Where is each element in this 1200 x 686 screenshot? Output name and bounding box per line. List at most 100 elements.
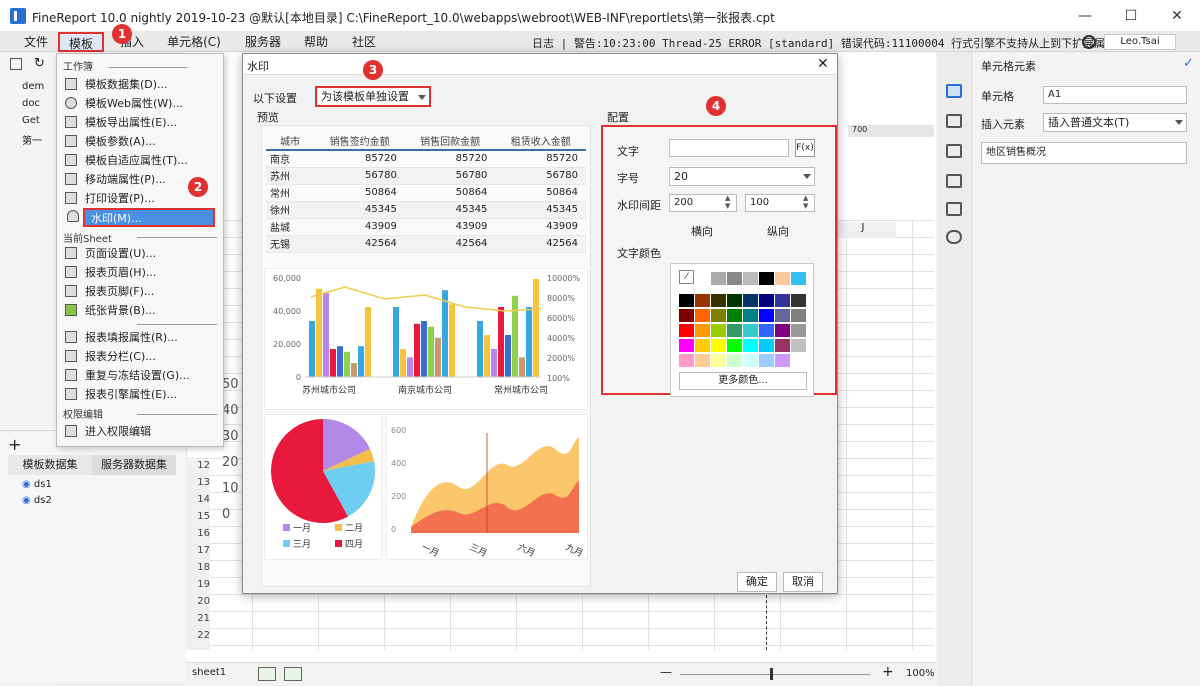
zoom-out-button[interactable]: — <box>660 665 672 679</box>
add-icon[interactable]: + <box>8 435 21 454</box>
row-number[interactable]: 20 <box>186 596 210 607</box>
maximize-button[interactable]: ☐ <box>1108 0 1154 32</box>
apply-scope-select[interactable]: 为该模板单独设置 <box>315 86 431 107</box>
menu-item-engine[interactable]: 报表引擎属性(E)... <box>65 386 217 403</box>
color-swatch[interactable] <box>759 354 774 367</box>
color-swatch[interactable] <box>791 339 806 352</box>
more-colors-button[interactable]: 更多颜色... <box>679 372 807 390</box>
color-swatch[interactable] <box>775 324 790 337</box>
spinner-icon[interactable]: ▲ ▼ <box>725 194 730 210</box>
zoom-slider[interactable] <box>680 674 870 675</box>
color-swatch[interactable] <box>711 324 726 337</box>
cell-attribute-tab-icon[interactable] <box>946 114 962 128</box>
color-swatch[interactable] <box>679 324 694 337</box>
color-swatch[interactable] <box>743 339 758 352</box>
color-swatch[interactable] <box>727 354 742 367</box>
menu-template[interactable]: 模板 <box>58 32 104 52</box>
color-swatch[interactable] <box>791 272 806 285</box>
color-swatch[interactable] <box>695 324 710 337</box>
color-swatch[interactable] <box>775 272 790 285</box>
menu-item-export[interactable]: 模板导出属性(E)... <box>65 114 217 131</box>
new-folder-icon[interactable] <box>10 58 22 70</box>
menu-item-params[interactable]: 模板参数(A)... <box>65 133 217 150</box>
color-swatch[interactable] <box>791 324 806 337</box>
cell-address-input[interactable]: A1 <box>1043 86 1187 104</box>
tree-item[interactable]: dem <box>22 81 44 92</box>
zoom-in-button[interactable]: + <box>882 664 894 680</box>
color-swatch[interactable] <box>679 309 694 322</box>
cancel-button[interactable]: 取消 <box>783 572 823 592</box>
row-number[interactable]: 15 <box>186 511 210 522</box>
color-swatch[interactable] <box>743 272 758 285</box>
tree-item[interactable]: doc <box>22 98 40 109</box>
color-swatch[interactable] <box>775 294 790 307</box>
ok-button[interactable]: 确定 <box>737 572 777 592</box>
insert-element-select[interactable]: 插入普通文本(T) <box>1043 113 1187 132</box>
column-header[interactable]: J <box>830 222 896 238</box>
menu-item-footer[interactable]: 报表页脚(F)... <box>65 283 217 300</box>
color-swatch[interactable] <box>743 354 758 367</box>
color-swatch[interactable] <box>711 294 726 307</box>
menu-cell[interactable]: 单元格(C) <box>162 32 226 52</box>
color-swatch[interactable] <box>727 309 742 322</box>
menu-help[interactable]: 帮助 <box>296 32 336 52</box>
row-number[interactable]: 18 <box>186 562 210 573</box>
color-swatch[interactable] <box>759 272 774 285</box>
color-swatch[interactable] <box>759 339 774 352</box>
menu-item-columns[interactable]: 报表分栏(C)... <box>65 348 217 365</box>
color-swatch[interactable] <box>791 294 806 307</box>
add-form-sheet-icon[interactable] <box>284 667 302 681</box>
menu-item-permission[interactable]: 进入权限编辑 <box>65 423 217 440</box>
watermark-text-input[interactable] <box>669 139 789 157</box>
row-number[interactable]: 12 <box>186 460 210 471</box>
menu-item-adaptive[interactable]: 模板自适应属性(T)... <box>65 152 217 169</box>
color-swatch[interactable] <box>775 339 790 352</box>
search-icon[interactable] <box>1082 35 1096 49</box>
color-swatch[interactable] <box>791 309 806 322</box>
status-log[interactable]: 日志 | 警告:10:23:00 Thread-25 ERROR [standa… <box>532 35 1136 51</box>
menu-item-header[interactable]: 报表页眉(H)... <box>65 264 217 281</box>
menu-item-watermark[interactable]: 水印(M)... <box>83 208 215 227</box>
color-swatch[interactable] <box>743 324 758 337</box>
row-number[interactable]: 16 <box>186 528 210 539</box>
menu-item-page-setup[interactable]: 页面设置(U)... <box>65 245 217 262</box>
color-swatch[interactable] <box>775 354 790 367</box>
border-tab-icon[interactable] <box>946 144 962 158</box>
menu-community[interactable]: 社区 <box>344 32 384 52</box>
tree-item[interactable]: 第一 <box>22 132 42 147</box>
menu-server[interactable]: 服务器 <box>238 32 288 52</box>
color-swatch[interactable] <box>679 354 694 367</box>
dataset-item[interactable]: ◉ ds2 <box>22 495 52 506</box>
color-swatch[interactable] <box>711 339 726 352</box>
row-number[interactable]: 21 <box>186 613 210 624</box>
dialog-close-icon[interactable]: ✕ <box>817 56 829 72</box>
hyperlink-tab-icon[interactable] <box>946 230 962 244</box>
menu-item-web[interactable]: 模板Web属性(W)... <box>65 95 217 112</box>
font-size-select[interactable]: 20 <box>669 167 815 186</box>
refresh-icon[interactable]: ↻ <box>34 56 45 71</box>
color-swatch[interactable] <box>743 309 758 322</box>
row-number[interactable]: 13 <box>186 477 210 488</box>
menu-file[interactable]: 文件 <box>16 32 56 52</box>
sheet-tab[interactable]: sheet1 <box>192 667 226 678</box>
color-swatch[interactable] <box>711 354 726 367</box>
color-swatch[interactable] <box>727 339 742 352</box>
row-number[interactable]: 19 <box>186 579 210 590</box>
close-window-button[interactable]: ✕ <box>1154 0 1200 32</box>
spinner-icon[interactable]: ▲ ▼ <box>803 194 808 210</box>
menu-item-freeze[interactable]: 重复与冻结设置(G)... <box>65 367 217 384</box>
color-swatch[interactable] <box>727 294 742 307</box>
color-swatch[interactable] <box>695 294 710 307</box>
tab-server-dataset[interactable]: 服务器数据集 <box>92 455 176 475</box>
condition-tab-icon[interactable] <box>946 202 962 216</box>
color-swatch[interactable] <box>695 354 710 367</box>
row-number[interactable]: 22 <box>186 630 210 641</box>
color-swatch[interactable] <box>759 324 774 337</box>
minimize-button[interactable]: — <box>1062 0 1108 32</box>
color-swatch[interactable] <box>711 272 726 285</box>
color-swatch[interactable] <box>759 294 774 307</box>
color-swatch[interactable] <box>743 294 758 307</box>
menu-item-fill[interactable]: 报表填报属性(R)... <box>65 329 217 346</box>
dataset-item[interactable]: ◉ ds1 <box>22 479 52 490</box>
color-swatch[interactable] <box>775 309 790 322</box>
